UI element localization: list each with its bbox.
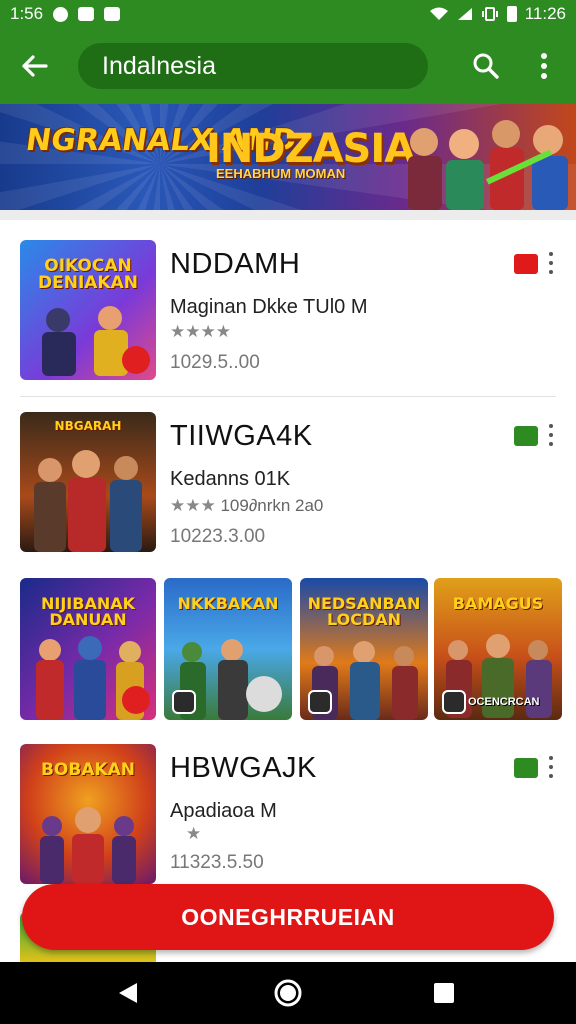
vibrate-icon — [481, 7, 498, 21]
search-button[interactable] — [466, 42, 506, 90]
notification-icon — [53, 6, 69, 22]
app-rating-stars: ★ — [186, 824, 202, 843]
banner-subtitle: EEHABHUM MOMAN — [216, 166, 346, 181]
section-spacer — [0, 210, 576, 220]
app-title[interactable]: TIIWGA4K — [170, 420, 313, 453]
app-thumbnail[interactable]: NBGARAH — [20, 412, 156, 552]
app-root: 1:56 11:26 Indalnesia NGRANALX AND INDZA… — [0, 0, 576, 1024]
banner-characters-image — [408, 120, 568, 210]
grid-badge-icon — [442, 690, 466, 714]
app-thumbnail[interactable]: OIKOCAN DENIAKAN — [20, 240, 156, 380]
app-more-button[interactable] — [546, 756, 556, 778]
status-time-right: 11:26 — [524, 4, 566, 23]
primary-action-label: OONEGHRRUEIAN — [181, 903, 395, 930]
grid-card-title: NEDSANBAN LOCDAN — [307, 594, 421, 629]
app-more-button[interactable] — [546, 424, 556, 446]
app-bar: Indalnesia — [0, 28, 576, 104]
thumbnail-title: NBGARAH — [54, 419, 122, 433]
more-vert-icon — [541, 53, 547, 79]
nav-back-button[interactable] — [88, 962, 168, 1024]
search-field-text: Indalnesia — [102, 51, 216, 80]
chat-icon[interactable] — [514, 426, 538, 446]
nav-recents-button[interactable] — [404, 962, 484, 1024]
chat-icon[interactable] — [514, 254, 538, 274]
nav-back-icon — [119, 983, 137, 1003]
app-badge-icon — [122, 346, 150, 374]
status-time-left: 1:56 — [10, 4, 44, 23]
grid-card-title: NKKBAKAN — [177, 594, 279, 613]
photo-notification-icon — [104, 7, 121, 21]
thumbnail-art — [40, 807, 136, 884]
nav-home-icon — [274, 979, 302, 1007]
grid-badge-icon — [172, 690, 196, 714]
app-rating-text: 109∂nrkn 2a0 — [220, 496, 324, 515]
app-description: Kedanns 01K — [170, 468, 291, 490]
grid-badge-icon — [308, 690, 332, 714]
back-button[interactable] — [4, 36, 64, 96]
system-nav-bar — [0, 962, 576, 1024]
chat-icon[interactable] — [514, 758, 538, 778]
app-rating-row: ★★★ 109∂nrkn 2a0 — [170, 496, 323, 516]
wifi-icon — [429, 7, 448, 20]
grid-badge-text: OCENCRCAN — [468, 696, 540, 708]
grid-game-card[interactable]: NKKBAKAN — [164, 578, 292, 720]
more-options-button[interactable] — [526, 42, 562, 90]
app-price: 1029.5..00 — [170, 352, 260, 373]
arrow-back-icon — [22, 55, 48, 77]
grid-game-card[interactable]: BAMAGUS OCENCRCAN — [434, 578, 562, 720]
signal-icon — [457, 8, 472, 20]
nav-recents-icon — [434, 983, 454, 1003]
grid-card-title: BAMAGUS — [452, 594, 544, 613]
app-rating-stars: ★★★★ — [170, 322, 231, 341]
nav-home-button[interactable] — [248, 962, 328, 1024]
app-price: 10223.3.00 — [170, 526, 266, 547]
app-description: Maginan Dkke TUl0 M — [170, 296, 368, 318]
grid-game-card[interactable]: NIJIBANAK DANUAN — [20, 578, 156, 720]
thumbnail-title: BOBAKAN — [40, 760, 136, 780]
list-divider — [20, 396, 556, 397]
battery-icon — [506, 6, 517, 22]
app-thumbnail[interactable]: BOBAKAN — [20, 744, 156, 884]
thumbnail-title: OIKOCAN DENIAKAN — [38, 256, 138, 293]
grid-card-title: NIJIBANAK DANUAN — [41, 594, 135, 629]
search-icon — [473, 53, 499, 79]
status-bar: 1:56 11:26 — [0, 0, 576, 28]
grid-badge-icon — [122, 686, 150, 714]
grid-game-card[interactable]: NEDSANBAN LOCDAN — [300, 578, 428, 720]
image-notification-icon — [78, 7, 95, 21]
promo-banner[interactable]: NGRANALX AND INDZASIA EEHABHUM MOMAN — [0, 104, 576, 210]
app-more-button[interactable] — [546, 252, 556, 274]
app-price: 11323.5.50 — [170, 852, 264, 873]
app-title[interactable]: NDDAMH — [170, 248, 300, 281]
search-field[interactable]: Indalnesia — [78, 43, 428, 89]
thumbnail-art — [34, 450, 142, 552]
app-rating-stars: ★★★ — [170, 496, 216, 515]
app-description: Apadiaoa M — [170, 800, 277, 822]
primary-action-button[interactable]: OONEGHRRUEIAN — [22, 884, 554, 950]
app-title[interactable]: HBWGAJK — [170, 752, 317, 785]
